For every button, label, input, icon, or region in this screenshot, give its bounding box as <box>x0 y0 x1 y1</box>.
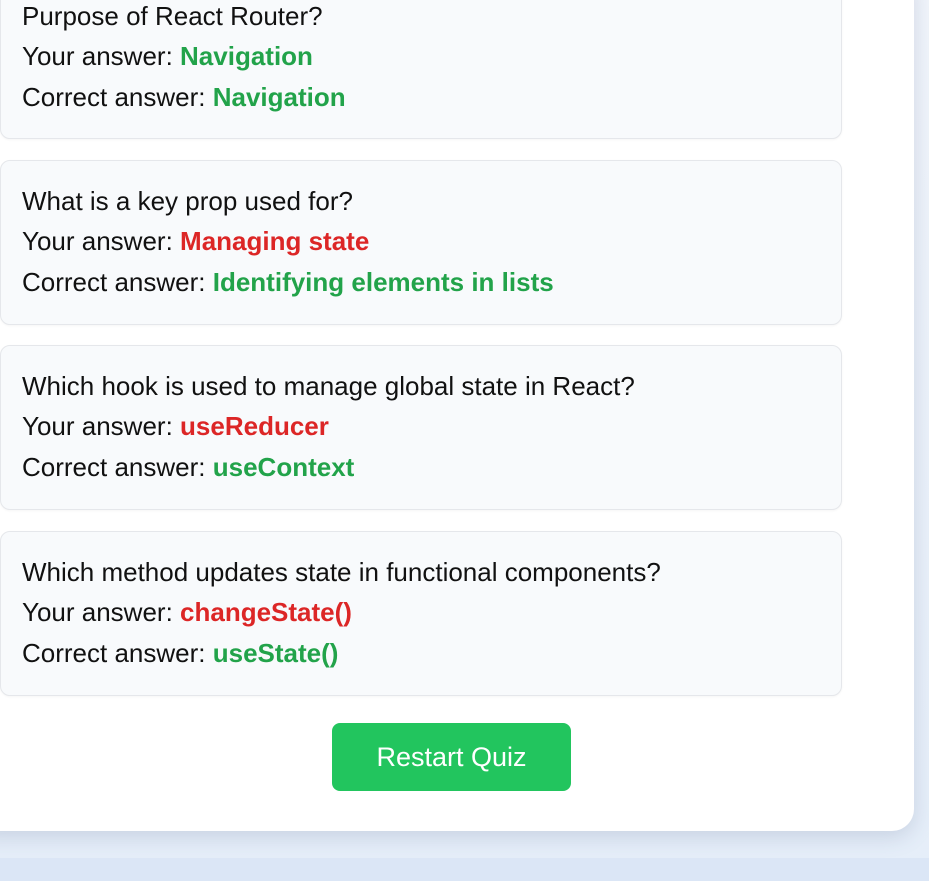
correct-answer-value: Navigation <box>212 82 346 112</box>
correct-answer-value: useState() <box>212 638 339 668</box>
your-answer-label: Your answer: <box>22 597 173 627</box>
your-answer-value: Managing state <box>180 226 370 256</box>
correct-answer-line: Correct answer: Identifying elements in … <box>22 267 554 297</box>
your-answer-line: Your answer: Navigation <box>22 41 313 71</box>
result-card: Which method updates state in functional… <box>0 531 842 696</box>
your-answer-value: useReducer <box>180 411 329 441</box>
correct-answer-value: useContext <box>212 452 355 482</box>
correct-answer-label: Correct answer: <box>22 452 206 482</box>
question-text: What is a key prop used for? <box>22 186 353 216</box>
your-answer-label: Your answer: <box>22 226 173 256</box>
correct-answer-line: Correct answer: Navigation <box>22 82 346 112</box>
correct-answer-label: Correct answer: <box>22 82 206 112</box>
result-card: Which hook is used to manage global stat… <box>0 345 842 510</box>
your-answer-line: Your answer: changeState() <box>22 597 352 627</box>
your-answer-value: Navigation <box>180 41 313 71</box>
question-text: Purpose of React Router? <box>22 1 323 31</box>
results-panel: Purpose of React Router? Your answer: Na… <box>0 0 914 831</box>
your-answer-line: Your answer: useReducer <box>22 411 329 441</box>
question-text: Which method updates state in functional… <box>22 557 661 587</box>
result-card: Purpose of React Router? Your answer: Na… <box>0 0 842 139</box>
restart-quiz-button[interactable]: Restart Quiz <box>332 723 571 791</box>
your-answer-label: Your answer: <box>22 411 173 441</box>
correct-answer-line: Correct answer: useContext <box>22 452 354 482</box>
correct-answer-label: Correct answer: <box>22 638 206 668</box>
correct-answer-value: Identifying elements in lists <box>212 267 554 297</box>
correct-answer-label: Correct answer: <box>22 267 206 297</box>
your-answer-value: changeState() <box>180 597 352 627</box>
your-answer-label: Your answer: <box>22 41 173 71</box>
your-answer-line: Your answer: Managing state <box>22 226 369 256</box>
page-background-band <box>0 858 929 881</box>
correct-answer-line: Correct answer: useState() <box>22 638 338 668</box>
question-text: Which hook is used to manage global stat… <box>22 371 635 401</box>
result-card: What is a key prop used for? Your answer… <box>0 160 842 325</box>
